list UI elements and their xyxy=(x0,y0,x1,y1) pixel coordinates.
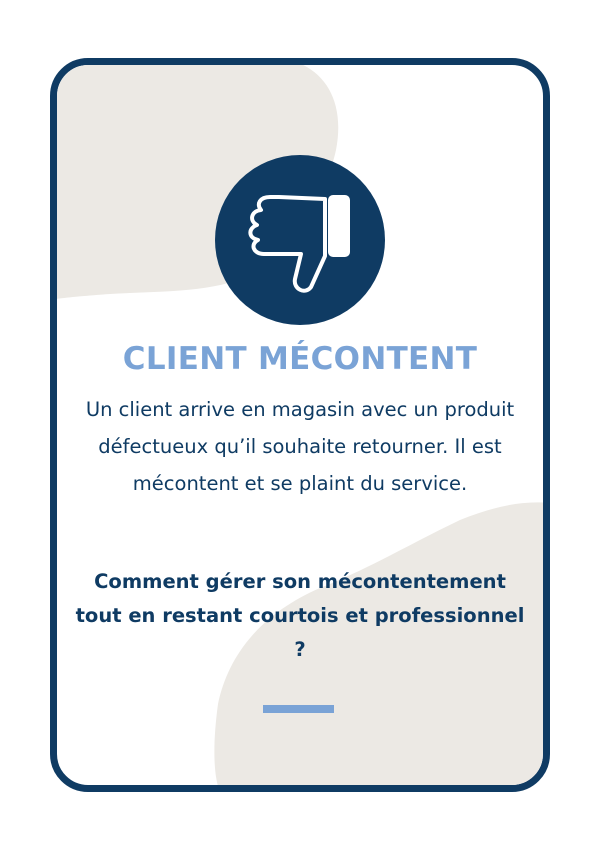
thumbs-down-badge xyxy=(215,155,385,325)
scenario-description: Un client arrive en magasin avec un prod… xyxy=(85,398,515,495)
page: CLIENT MÉCONTENT Un client arrive en mag… xyxy=(0,0,600,850)
scenario-question: Comment gérer son mécontentement tout en… xyxy=(75,570,525,661)
divider-bar xyxy=(263,705,334,713)
card-title: CLIENT MÉCONTENT xyxy=(122,341,478,377)
thumbs-down-icon xyxy=(248,195,350,293)
scenario-card: CLIENT MÉCONTENT Un client arrive en mag… xyxy=(50,58,550,792)
